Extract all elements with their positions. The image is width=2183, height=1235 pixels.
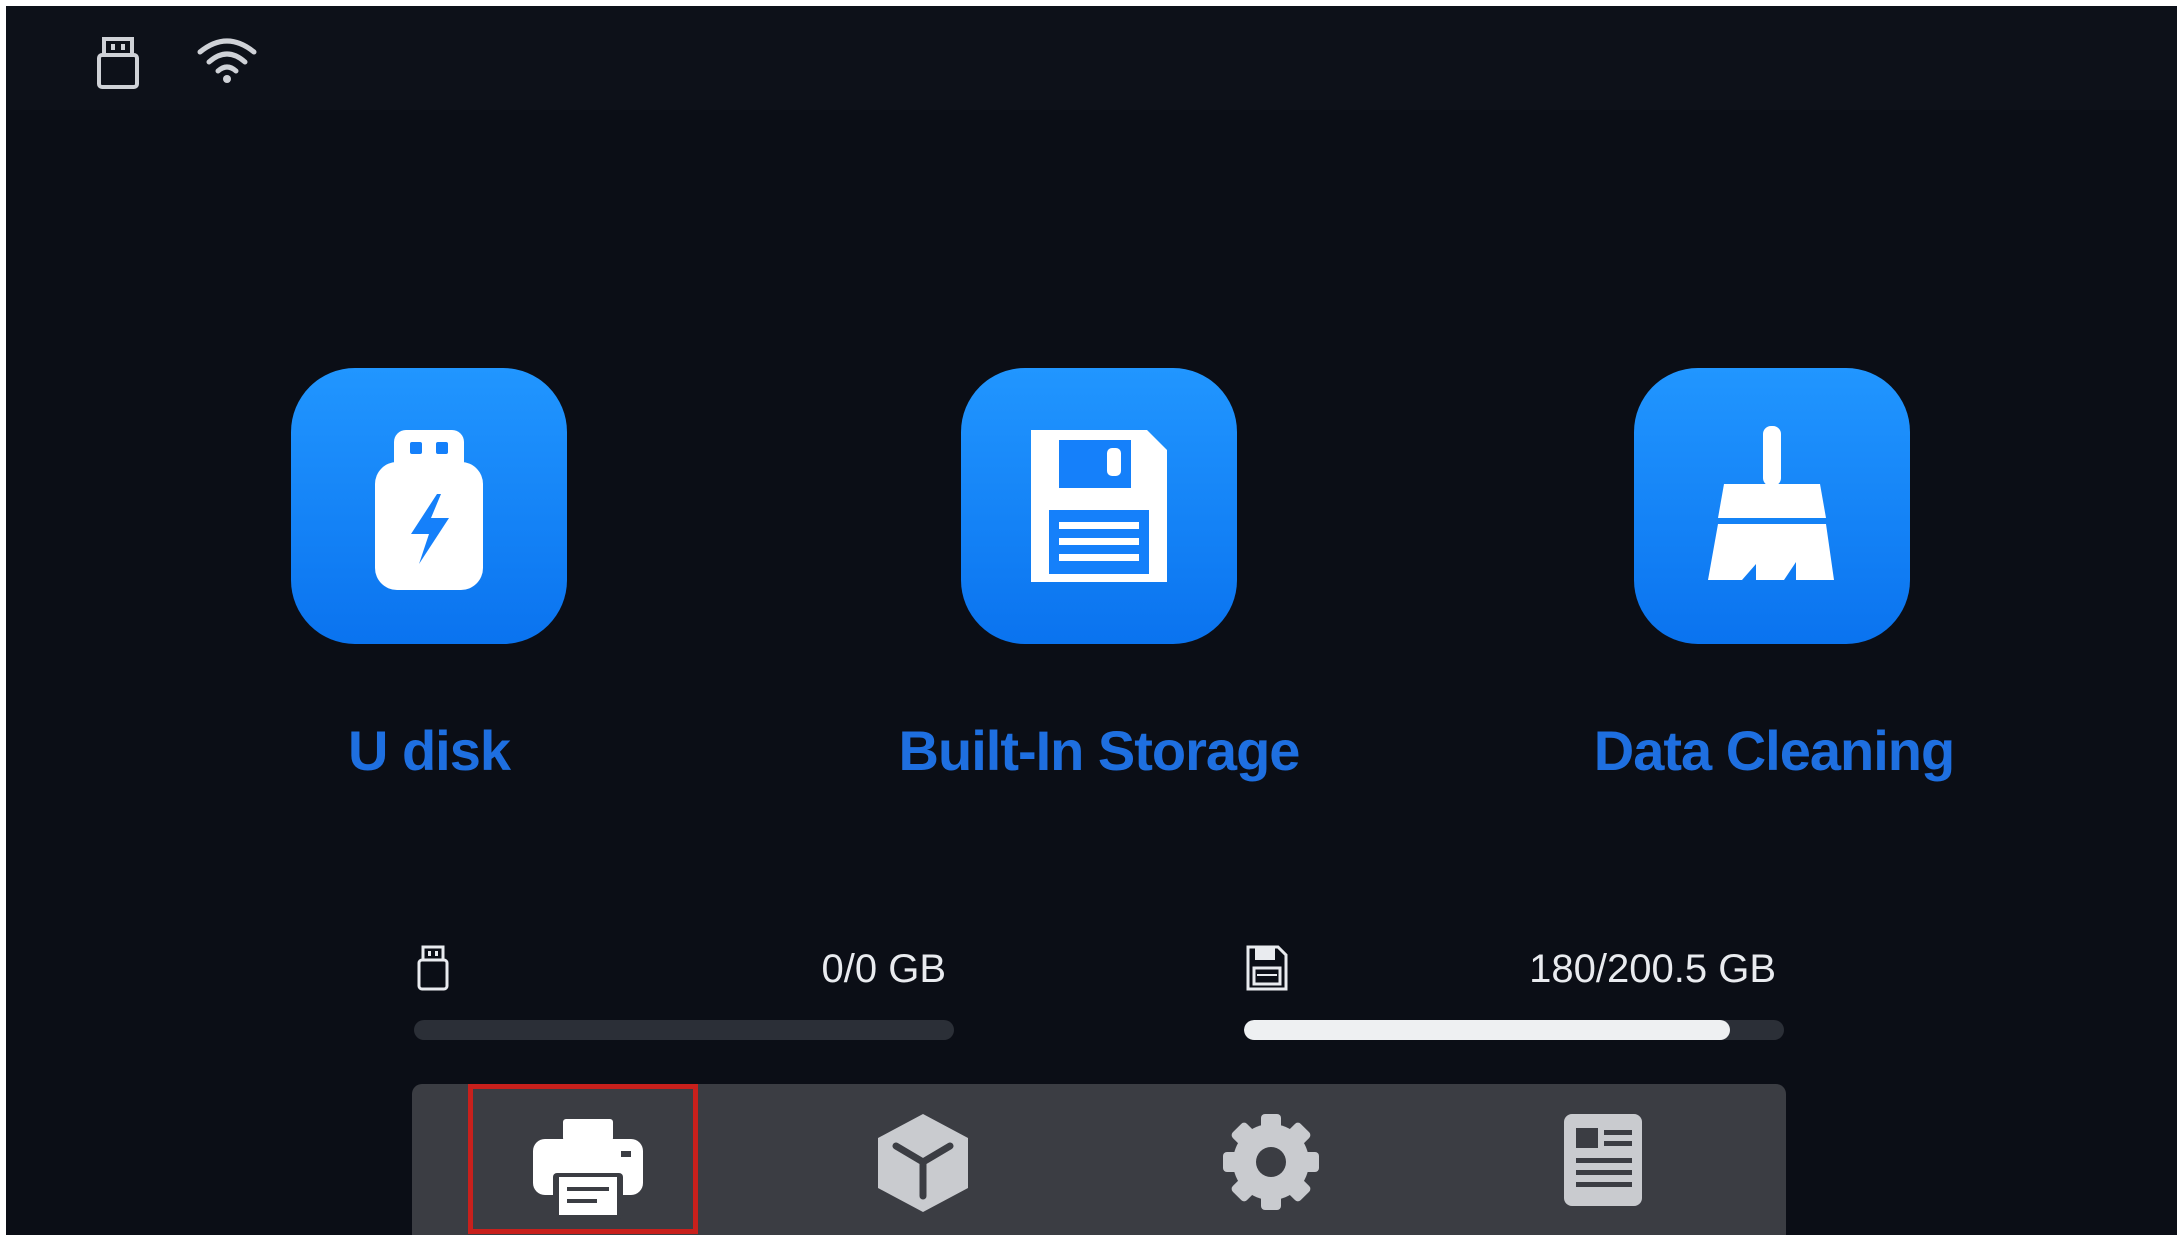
nav-settings-button[interactable]	[1156, 1084, 1386, 1234]
nav-info-button[interactable]	[1488, 1084, 1718, 1234]
gear-icon	[1223, 1114, 1319, 1210]
status-bar	[6, 6, 2177, 110]
built-in-storage-capacity-fill	[1244, 1020, 1730, 1040]
data-cleaning-tile[interactable]	[1634, 368, 1910, 644]
cube-icon	[878, 1114, 968, 1212]
file-manager-screen: U disk Built-In Storage Data Cleaning 0/…	[6, 6, 2177, 1235]
usb-drive-icon	[375, 430, 483, 590]
data-cleaning-label[interactable]: Data Cleaning	[1524, 711, 2024, 791]
info-card-icon	[1564, 1114, 1642, 1206]
nav-model-button[interactable]	[808, 1084, 1038, 1234]
floppy-disk-icon	[1031, 430, 1167, 582]
usb-icon	[97, 37, 139, 89]
printer-icon	[533, 1119, 643, 1219]
bottom-nav	[412, 1084, 1786, 1235]
built-in-storage-tile[interactable]	[961, 368, 1237, 644]
u-disk-capacity-text: 0/0 GB	[821, 947, 946, 991]
u-disk-capacity-bar	[414, 1020, 954, 1040]
broom-icon	[1708, 426, 1834, 580]
built-in-storage-label[interactable]: Built-In Storage	[849, 711, 1349, 791]
u-disk-label[interactable]: U disk	[229, 711, 629, 791]
nav-print-button[interactable]	[468, 1084, 698, 1234]
wifi-icon	[197, 38, 257, 83]
built-in-storage-capacity-text: 180/200.5 GB	[1529, 947, 1776, 991]
usb-icon	[417, 945, 449, 991]
floppy-disk-icon	[1246, 945, 1288, 991]
u-disk-tile[interactable]	[291, 368, 567, 644]
built-in-storage-capacity-bar	[1244, 1020, 1784, 1040]
